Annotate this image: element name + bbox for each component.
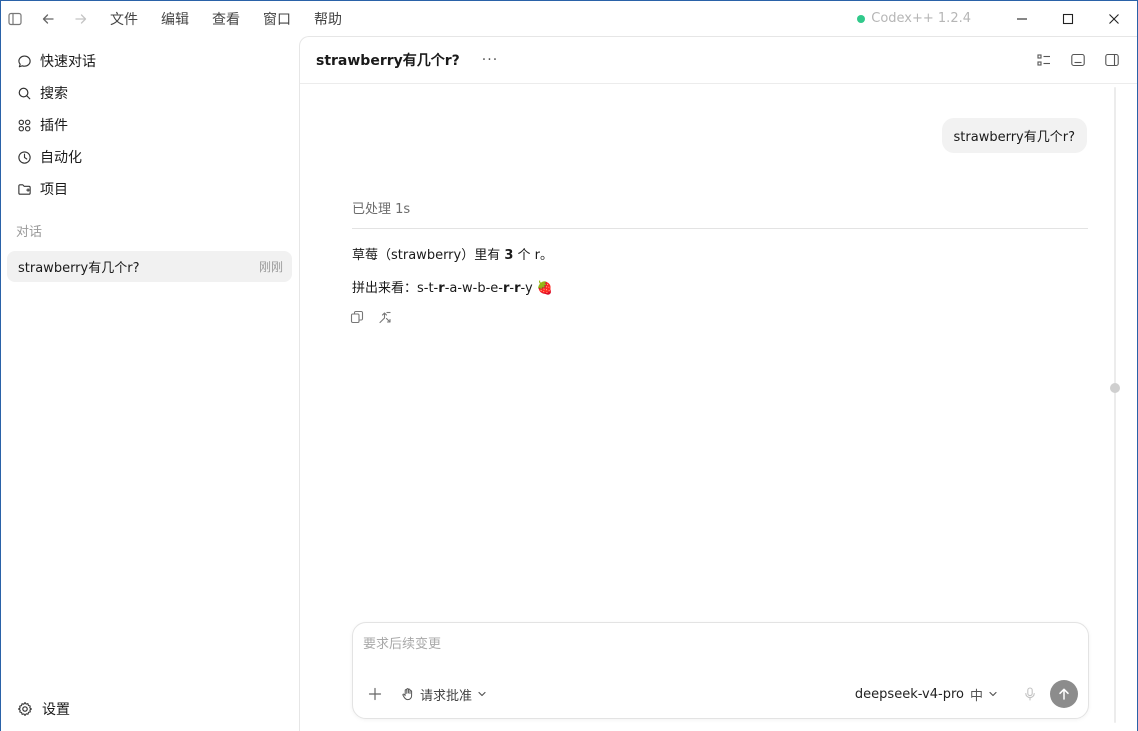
sidebar-item-search[interactable]: 搜索 — [1, 77, 299, 109]
sidebar-item-label: 插件 — [40, 118, 68, 134]
composer: 请求批准 deepseek-v4-pro 中 — [352, 622, 1089, 719]
hand-icon — [401, 687, 415, 701]
app-version-label: Codex++ 1.2.4 — [871, 11, 971, 26]
conversation-title: strawberry有几个r? — [18, 261, 140, 276]
user-message-text: strawberry有几个r? — [953, 130, 1075, 145]
conversation-time: 刚刚 — [258, 260, 283, 274]
maximize-button[interactable] — [1045, 1, 1091, 36]
branch-icon[interactable] — [378, 307, 406, 327]
message-actions — [350, 307, 406, 327]
back-arrow-icon[interactable] — [36, 7, 60, 31]
more-options-button[interactable]: ··· — [482, 52, 498, 68]
sidebar-nav: 快速对话 搜索 插件 自动化 项目 — [1, 36, 299, 205]
answer-text: -a-w-b-e- — [444, 281, 503, 296]
send-button[interactable] — [1050, 680, 1078, 708]
sidebar-item-label: 搜索 — [40, 86, 68, 102]
sidebar-item-projects[interactable]: 项目 — [1, 173, 299, 205]
app-window: 文件 编辑 查看 窗口 帮助 Codex++ 1.2.4 快速对话 搜索 插件 … — [0, 0, 1138, 731]
clock-icon — [16, 149, 32, 165]
settings-button[interactable]: 设置 — [16, 694, 70, 724]
settings-label: 设置 — [42, 702, 70, 718]
gear-icon — [16, 700, 34, 718]
reasoning-effort-dropdown[interactable]: 中 — [970, 685, 998, 704]
approval-mode-label: 请求批准 — [420, 688, 473, 704]
scrollbar-track[interactable] — [1114, 87, 1116, 723]
scrollbar-thumb[interactable] — [1110, 383, 1120, 393]
sidebar-item-label: 自动化 — [40, 150, 82, 166]
menu-help[interactable]: 帮助 — [314, 9, 342, 29]
sidebar-toggle-icon[interactable] — [3, 7, 27, 31]
answer-line: 草莓（strawberry）里有 3 个 r。 — [352, 246, 553, 279]
conversation-item[interactable]: strawberry有几个r? 刚刚 — [7, 251, 292, 282]
menu-window[interactable]: 窗口 — [263, 9, 291, 29]
followup-input[interactable] — [363, 633, 1063, 655]
main-header: strawberry有几个r? ··· — [300, 37, 1137, 84]
app-version-badge: Codex++ 1.2.4 — [857, 11, 971, 26]
sidebar-item-label: 快速对话 — [40, 54, 96, 70]
plugins-icon — [16, 117, 32, 133]
menu-edit[interactable]: 编辑 — [161, 9, 189, 29]
sidebar-item-label: 项目 — [40, 182, 68, 198]
sidebar: 快速对话 搜索 插件 自动化 项目 对话 strawberry有几个r? 刚刚 … — [1, 36, 299, 731]
user-message-bubble: strawberry有几个r? — [941, 118, 1087, 153]
approval-mode-dropdown[interactable]: 请求批准 — [401, 685, 487, 704]
menu-file[interactable]: 文件 — [110, 9, 138, 29]
composer-toolbar: 请求批准 deepseek-v4-pro 中 — [363, 680, 1078, 708]
composer-right: deepseek-v4-pro 中 — [855, 680, 1078, 708]
effort-label: 中 — [969, 688, 983, 704]
title-bar: 文件 编辑 查看 窗口 帮助 Codex++ 1.2.4 — [1, 1, 1137, 36]
menu-view[interactable]: 查看 — [212, 9, 240, 29]
chevron-down-icon — [988, 689, 998, 699]
answer-text: 个 r。 — [513, 248, 554, 263]
model-selector[interactable]: deepseek-v4-pro — [855, 687, 964, 702]
chevron-down-icon — [477, 689, 487, 699]
add-attachment-button[interactable] — [363, 682, 387, 706]
task-list-icon[interactable] — [1027, 45, 1061, 75]
answer-text: -y 🍓 — [520, 281, 554, 296]
menu-bar: 文件 编辑 查看 窗口 帮助 — [110, 9, 365, 29]
close-button[interactable] — [1091, 1, 1137, 36]
sidebar-item-plugins[interactable]: 插件 — [1, 109, 299, 141]
title-bar-right: Codex++ 1.2.4 — [857, 1, 1137, 36]
answer-text: 草莓（strawberry）里有 — [352, 248, 505, 263]
chat-bubble-icon — [16, 53, 32, 69]
processing-status[interactable]: 已处理 1s — [352, 200, 1088, 229]
folder-icon — [16, 181, 32, 197]
right-panel-toggle-icon[interactable] — [1095, 45, 1129, 75]
main-panel: strawberry有几个r? ··· strawberry有几个r? 已处理 … — [299, 36, 1137, 731]
sidebar-item-automation[interactable]: 自动化 — [1, 141, 299, 173]
conversations-section-label: 对话 — [16, 225, 43, 240]
search-icon — [16, 85, 32, 101]
page-title: strawberry有几个r? — [316, 53, 460, 69]
forward-arrow-icon[interactable] — [69, 7, 93, 31]
status-dot-icon — [857, 14, 866, 23]
copy-icon[interactable] — [350, 307, 378, 327]
header-actions — [1027, 45, 1137, 75]
assistant-message: 草莓（strawberry）里有 3 个 r。 拼出来看：s-t-r-a-w-b… — [352, 246, 553, 312]
terminal-panel-icon[interactable] — [1061, 45, 1095, 75]
microphone-icon[interactable] — [1024, 687, 1036, 701]
answer-text: 拼出来看：s-t- — [352, 281, 439, 296]
title-bar-left: 文件 编辑 查看 窗口 帮助 — [1, 7, 365, 31]
sidebar-item-quick-chat[interactable]: 快速对话 — [1, 45, 299, 77]
minimize-button[interactable] — [999, 1, 1045, 36]
